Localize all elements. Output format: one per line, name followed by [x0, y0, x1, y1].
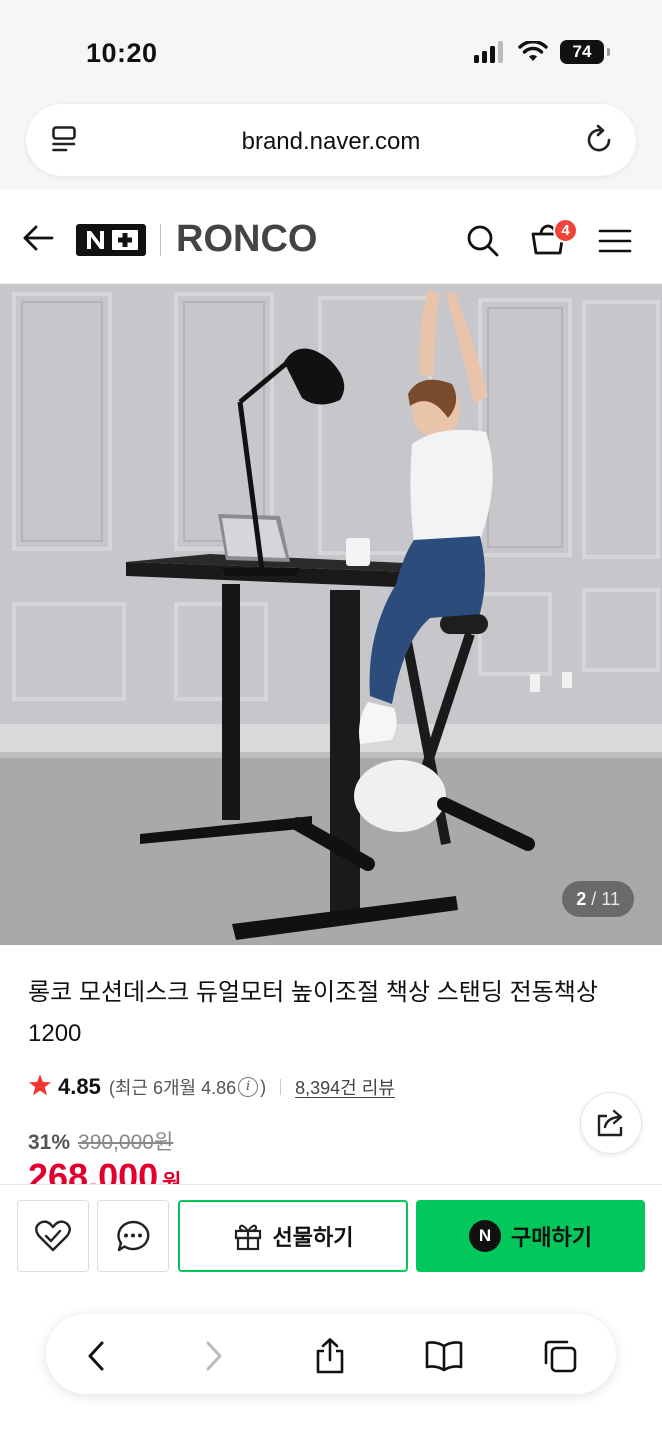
rating-row: 4.85 (최근 6개월 4.86 i ) 8,394건 리뷰 — [28, 1072, 395, 1102]
nav-forward-icon[interactable] — [194, 1336, 234, 1376]
gift-icon — [234, 1224, 261, 1251]
nplus-logo-mark — [87, 230, 138, 250]
rating-divider — [280, 1079, 282, 1095]
review-count-link[interactable]: 8,394건 리뷰 — [295, 1074, 395, 1100]
bookmarks-icon[interactable] — [424, 1336, 464, 1376]
signal-icon — [474, 41, 503, 63]
purchase-bar: 선물하기 N 구매하기 — [0, 1184, 662, 1290]
cart-count-badge: 4 — [553, 218, 578, 243]
product-image-gallery[interactable]: 2 / 11 — [0, 284, 662, 945]
address-bar-area: brand.naver.com — [0, 100, 662, 190]
star-icon — [28, 1073, 52, 1102]
sale-price-currency: 원 — [162, 1171, 182, 1184]
gift-button-label: 선물하기 — [272, 1225, 354, 1250]
image-counter-current: 2 — [576, 888, 587, 909]
tabs-overview-icon[interactable] — [540, 1336, 580, 1376]
recent-rating: (최근 6개월 4.86 i ) — [109, 1074, 266, 1100]
product-photo — [0, 284, 662, 945]
sale-price: 268,000 원 — [28, 1156, 181, 1184]
browser-toolbar — [0, 1290, 662, 1440]
menu-icon[interactable] — [598, 228, 632, 259]
naver-pay-icon: N — [469, 1220, 502, 1252]
talk-button[interactable] — [97, 1200, 169, 1272]
url-text: brand.naver.com — [241, 128, 421, 155]
buy-button-label: 구매하기 — [511, 1225, 592, 1250]
status-bar: 10:20 74 — [0, 0, 662, 100]
sale-price-value: 268,000 — [28, 1156, 159, 1184]
share-sheet-icon[interactable] — [310, 1336, 350, 1376]
recent-rating-text: (최근 6개월 4.86 — [108, 1078, 237, 1098]
share-button[interactable] — [580, 1092, 642, 1154]
product-title: 롱코 모션데스크 듀얼모터 높이조절 책상 스탠딩 전동책상 1200 — [28, 979, 598, 1047]
gift-button[interactable]: 선물하기 — [178, 1200, 408, 1272]
image-counter-total: 11 — [601, 888, 620, 909]
nav-back-icon[interactable] — [76, 1336, 116, 1376]
image-counter: 2 / 11 — [562, 881, 634, 917]
heart-icon — [35, 1220, 71, 1252]
browser-toolbar-pill — [46, 1314, 616, 1394]
info-icon[interactable]: i — [238, 1077, 259, 1097]
back-arrow-icon[interactable] — [22, 224, 54, 257]
logo-divider — [160, 224, 161, 256]
rating-score: 4.85 — [58, 1074, 101, 1099]
status-time: 10:20 — [86, 38, 158, 68]
brand-name[interactable]: RONCO — [176, 218, 317, 261]
sale-price-area: 268,000 원 — [0, 1150, 662, 1184]
image-counter-separator: / — [591, 888, 597, 909]
battery-indicator: 74 — [560, 40, 610, 64]
talk-icon — [117, 1220, 150, 1252]
address-bar[interactable]: brand.naver.com — [26, 104, 636, 176]
wifi-icon — [518, 41, 548, 61]
buy-button[interactable]: N 구매하기 — [416, 1200, 645, 1272]
share-icon — [597, 1109, 623, 1137]
status-indicators: 74 — [474, 40, 610, 64]
search-icon[interactable] — [466, 224, 500, 263]
nplus-store-logo[interactable] — [76, 224, 146, 256]
recent-rating-close: ) — [260, 1076, 267, 1097]
reload-icon[interactable] — [586, 124, 614, 159]
wishlist-button[interactable] — [17, 1200, 89, 1272]
